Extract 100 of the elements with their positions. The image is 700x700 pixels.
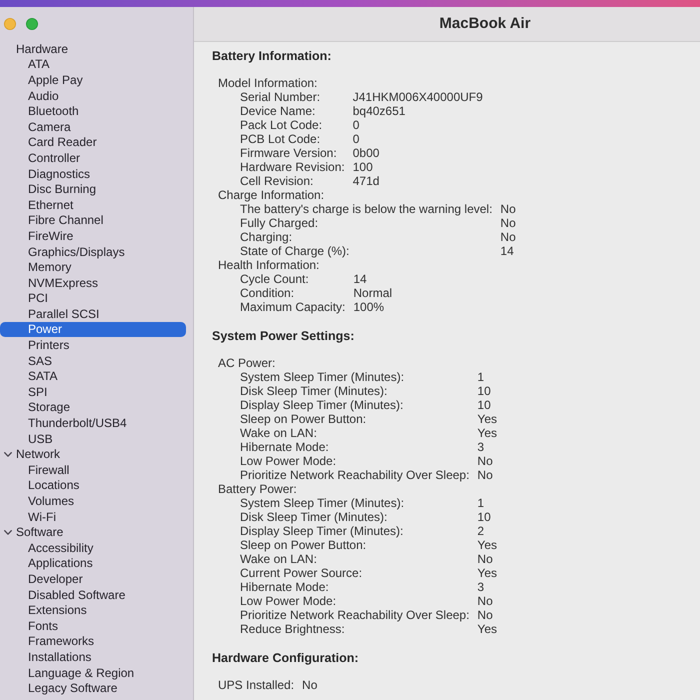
sidebar-item[interactable]: Printers xyxy=(28,337,70,353)
sidebar-item[interactable]: FireWire xyxy=(28,228,74,244)
sidebar-item[interactable]: SATA xyxy=(28,368,58,384)
property-value: 10 xyxy=(477,398,492,412)
property-value: No xyxy=(500,216,516,230)
property-label: Reduce Brightness: xyxy=(240,622,346,636)
section-title: Hardware Configuration: xyxy=(212,650,359,666)
property-label: Cycle Count: xyxy=(240,272,310,286)
group-title: AC Power: xyxy=(218,356,276,370)
property-label: Wake on LAN: xyxy=(240,426,318,440)
sidebar-item[interactable]: Legacy Software xyxy=(28,680,118,696)
sidebar-item[interactable]: SAS xyxy=(28,352,52,368)
property-value: 10 xyxy=(477,384,492,398)
property-value: No xyxy=(477,608,494,622)
section-title: System Power Settings: xyxy=(212,328,354,344)
sidebar-item[interactable]: ATA xyxy=(28,56,50,72)
property-value: Yes xyxy=(477,426,497,440)
property-value: 3 xyxy=(477,580,486,594)
sidebar-item[interactable]: Controller xyxy=(28,150,80,166)
sidebar-item[interactable]: Software xyxy=(4,524,64,540)
property-value: No xyxy=(302,678,318,692)
sidebar-item[interactable]: Audio xyxy=(28,88,59,104)
sidebar-item[interactable]: NVMExpress xyxy=(28,274,98,290)
sidebar-item[interactable]: Wi-Fi xyxy=(28,508,56,524)
sidebar-item[interactable]: Diagnostics xyxy=(28,166,90,182)
property-label: Serial Number: xyxy=(240,90,322,104)
property-value: 100 xyxy=(352,160,374,174)
property-label: Wake on LAN: xyxy=(240,552,318,566)
property-label: PCB Lot Code: xyxy=(240,132,322,146)
sidebar-item[interactable]: SPI xyxy=(28,384,48,400)
property-value: bq40z651 xyxy=(352,104,406,118)
property-value: Yes xyxy=(477,622,497,636)
property-value: Normal xyxy=(353,286,392,300)
sidebar-item[interactable]: Disc Burning xyxy=(28,181,96,197)
sidebar-item[interactable]: Bluetooth xyxy=(28,103,79,119)
property-value: 3 xyxy=(477,440,486,454)
property-value: Yes xyxy=(477,538,497,552)
property-value: 0 xyxy=(352,118,360,132)
chevron-down-icon[interactable] xyxy=(4,530,12,535)
sidebar-item[interactable]: Language & Region xyxy=(28,664,134,680)
window-title: MacBook Air xyxy=(439,14,531,34)
property-label: Low Power Mode: xyxy=(240,594,338,608)
sidebar-item[interactable]: Network xyxy=(4,446,60,462)
sidebar-item[interactable]: Fibre Channel xyxy=(28,212,104,228)
sidebar-item[interactable]: Developer xyxy=(28,571,83,587)
property-label: Maximum Capacity: xyxy=(240,300,346,314)
sidebar-item[interactable]: Applications xyxy=(28,556,93,572)
sidebar-item[interactable]: Fonts xyxy=(28,618,58,634)
property-value: 10 xyxy=(477,510,492,524)
property-label: Charging: xyxy=(240,230,294,244)
group-title: Battery Power: xyxy=(218,482,297,496)
sidebar-item[interactable]: Locations xyxy=(28,478,80,494)
property-value: No xyxy=(500,202,516,216)
section-title: Battery Information: xyxy=(212,48,332,64)
property-value: 14 xyxy=(353,272,368,286)
property-label: System Sleep Timer (Minutes): xyxy=(240,370,406,384)
property-value: 100% xyxy=(353,300,386,314)
property-label: Condition: xyxy=(240,286,296,300)
sidebar-item[interactable]: Extensions xyxy=(28,602,87,618)
property-label: UPS Installed: xyxy=(218,678,294,692)
property-label: System Sleep Timer (Minutes): xyxy=(240,496,406,510)
sidebar-item[interactable]: Power xyxy=(0,322,186,338)
property-label: Disk Sleep Timer (Minutes): xyxy=(240,510,388,524)
sidebar-item[interactable]: Volumes xyxy=(28,493,74,509)
sidebar-item[interactable]: Hardware xyxy=(16,41,68,57)
property-label: Hibernate Mode: xyxy=(240,440,330,454)
sidebar-item[interactable]: Disabled Software xyxy=(28,586,126,602)
sidebar-item[interactable]: Thunderbolt/USB4 xyxy=(28,415,127,431)
sidebar-item[interactable]: Ethernet xyxy=(28,196,74,213)
property-value: 471d xyxy=(352,174,380,188)
property-label: Hibernate Mode: xyxy=(240,580,330,594)
property-label: Firmware Version: xyxy=(240,146,338,160)
zoom-button[interactable] xyxy=(26,18,38,30)
property-value: 0 xyxy=(352,132,360,146)
sidebar-item[interactable]: Frameworks xyxy=(28,634,94,650)
sidebar-item[interactable]: Installations xyxy=(28,649,92,665)
property-label: Prioritize Network Reachability Over Sleep: xyxy=(240,468,470,482)
property-label: Sleep on Power Button: xyxy=(240,538,368,552)
property-label: Prioritize Network Reachability Over Sleep: xyxy=(240,608,470,622)
property-value: No xyxy=(477,468,494,482)
property-value: 2 xyxy=(477,524,486,538)
group-title: Model Information: xyxy=(218,76,318,90)
sidebar-item[interactable]: Graphics/Displays xyxy=(28,244,125,260)
sidebar-item[interactable]: USB xyxy=(28,430,53,446)
property-value: No xyxy=(500,230,516,244)
chevron-down-icon[interactable] xyxy=(4,452,12,457)
property-label: State of Charge (%): xyxy=(240,244,350,258)
property-value: No xyxy=(477,552,494,566)
property-label: Pack Lot Code: xyxy=(240,118,324,132)
sidebar-item[interactable]: Storage xyxy=(28,400,70,416)
property-label: Fully Charged: xyxy=(240,216,320,230)
sidebar-item[interactable]: Accessibility xyxy=(28,540,94,556)
sidebar-item[interactable]: Card Reader xyxy=(28,134,97,150)
property-label: Hardware Revision: xyxy=(240,160,345,174)
sidebar-item[interactable]: Firewall xyxy=(28,462,70,478)
sidebar-item[interactable]: Apple Pay xyxy=(28,72,83,88)
sidebar-item[interactable]: Camera xyxy=(28,118,71,135)
sidebar-item[interactable]: PCI xyxy=(28,290,48,306)
sidebar-item[interactable]: Parallel SCSI xyxy=(28,306,100,322)
sidebar-item[interactable]: Memory xyxy=(28,259,72,275)
